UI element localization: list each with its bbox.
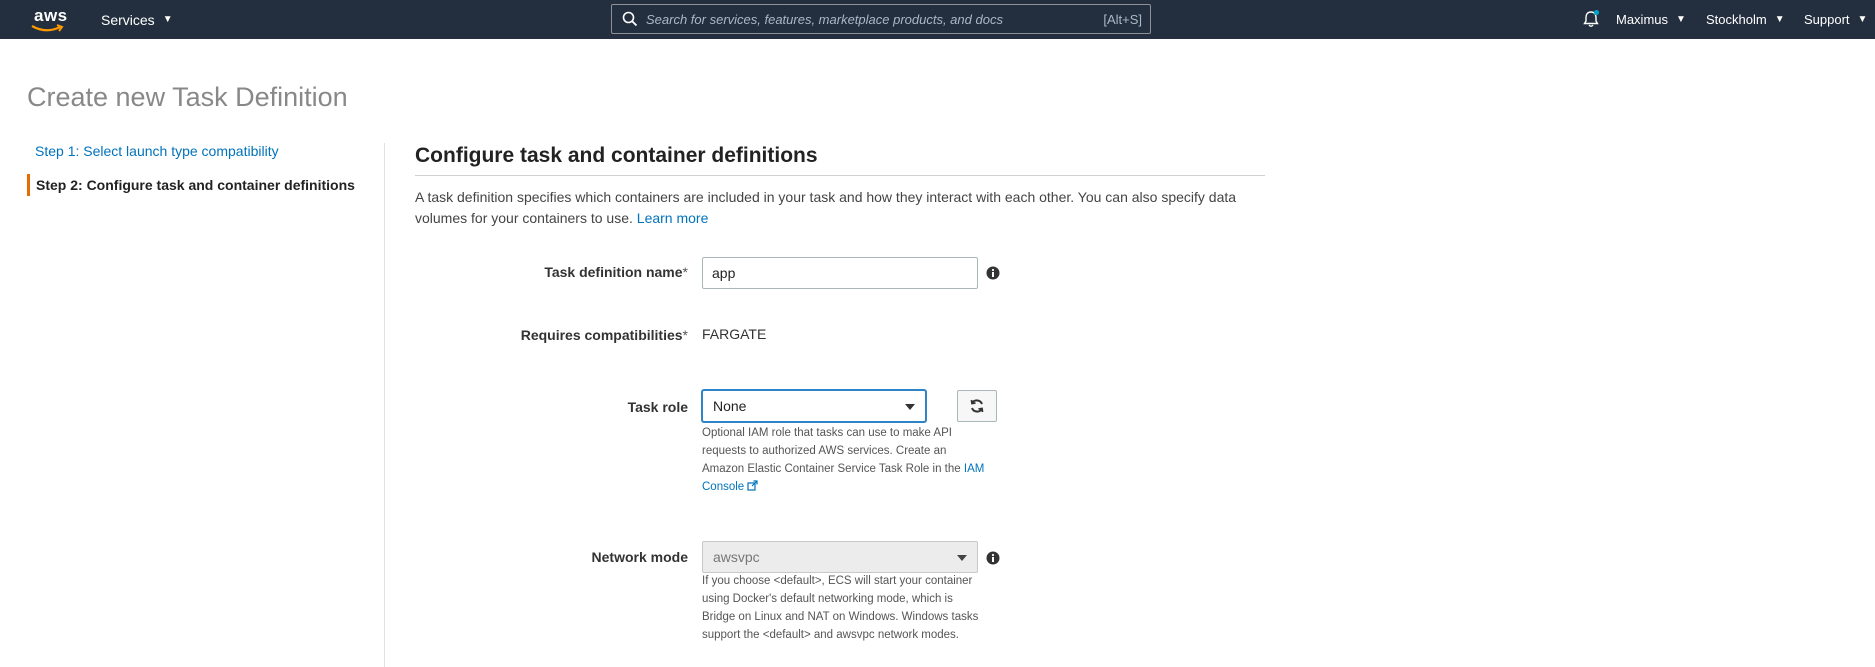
page-title: Create new Task Definition <box>27 82 348 112</box>
network-mode-label: Network mode <box>591 549 688 565</box>
network-mode-selected: awsvpc <box>713 549 760 565</box>
support-menu[interactable]: Support ▼ <box>1804 0 1867 39</box>
aws-smile-icon <box>31 24 64 32</box>
account-label: Maximus <box>1616 12 1669 27</box>
region-label: Stockholm <box>1706 12 1767 27</box>
chevron-down-icon: ▼ <box>1774 14 1785 25</box>
compat-label: Requires compatibilities* <box>388 327 688 343</box>
task-role-help-text: Optional IAM role that tasks can use to … <box>702 427 961 475</box>
compat-value: FARGATE <box>702 326 767 342</box>
required-mark: * <box>682 264 688 280</box>
dropdown-arrow-icon <box>957 555 967 561</box>
task-name-label-text: Task definition name <box>544 264 683 280</box>
info-icon[interactable] <box>986 551 1000 565</box>
info-icon[interactable] <box>986 266 1000 280</box>
top-nav-bar: aws Services ▼ [Alt+S] Maximus ▼ Stockho… <box>0 0 1875 39</box>
network-mode-select[interactable]: awsvpc <box>702 541 978 573</box>
task-role-label: Task role <box>627 399 688 415</box>
section-divider <box>415 175 1265 176</box>
search-shortcut-hint: [Alt+S] <box>1103 11 1142 27</box>
external-link-icon <box>747 480 759 491</box>
aws-logo[interactable]: aws <box>30 4 70 34</box>
support-label: Support <box>1804 12 1850 27</box>
network-mode-help: If you choose <default>, ECS will start … <box>702 575 979 641</box>
task-name-input[interactable] <box>702 257 978 289</box>
region-menu[interactable]: Stockholm ▼ <box>1706 0 1785 39</box>
vertical-divider <box>384 143 385 667</box>
task-name-label: Task definition name* <box>388 264 688 280</box>
step-1-link[interactable]: Step 1: Select launch type compatibility <box>27 140 367 162</box>
wizard-steps: Step 1: Select launch type compatibility… <box>27 140 367 196</box>
search-icon <box>622 11 638 27</box>
chevron-down-icon: ▼ <box>1676 14 1686 25</box>
chevron-down-icon: ▼ <box>1857 14 1868 25</box>
step-2-active: Step 2: Configure task and container def… <box>27 174 367 196</box>
services-label: Services <box>101 11 155 28</box>
intro-text: A task definition specifies which contai… <box>415 189 1237 226</box>
required-mark: * <box>682 327 688 343</box>
task-role-selected: None <box>713 398 747 414</box>
dropdown-arrow-icon <box>905 404 915 410</box>
section-title: Configure task and container definitions <box>415 144 818 167</box>
compat-label-text: Requires compatibilities <box>520 327 683 343</box>
aws-logo-text: aws <box>34 6 68 25</box>
refresh-icon <box>970 399 984 413</box>
task-role-help: Optional IAM role that tasks can use to … <box>702 424 987 496</box>
search-input[interactable] <box>646 11 1104 27</box>
section-intro: A task definition specifies which contai… <box>415 187 1275 229</box>
task-role-select[interactable]: None <box>702 390 926 422</box>
account-menu[interactable]: Maximus ▼ <box>1616 0 1686 39</box>
chevron-down-icon: ▼ <box>162 14 173 25</box>
notifications-bell-icon[interactable] <box>1581 9 1601 29</box>
search-bar[interactable]: [Alt+S] <box>611 4 1151 34</box>
refresh-button[interactable] <box>957 390 997 422</box>
learn-more-link[interactable]: Learn more <box>637 210 709 226</box>
services-menu[interactable]: Services ▼ <box>101 0 173 39</box>
